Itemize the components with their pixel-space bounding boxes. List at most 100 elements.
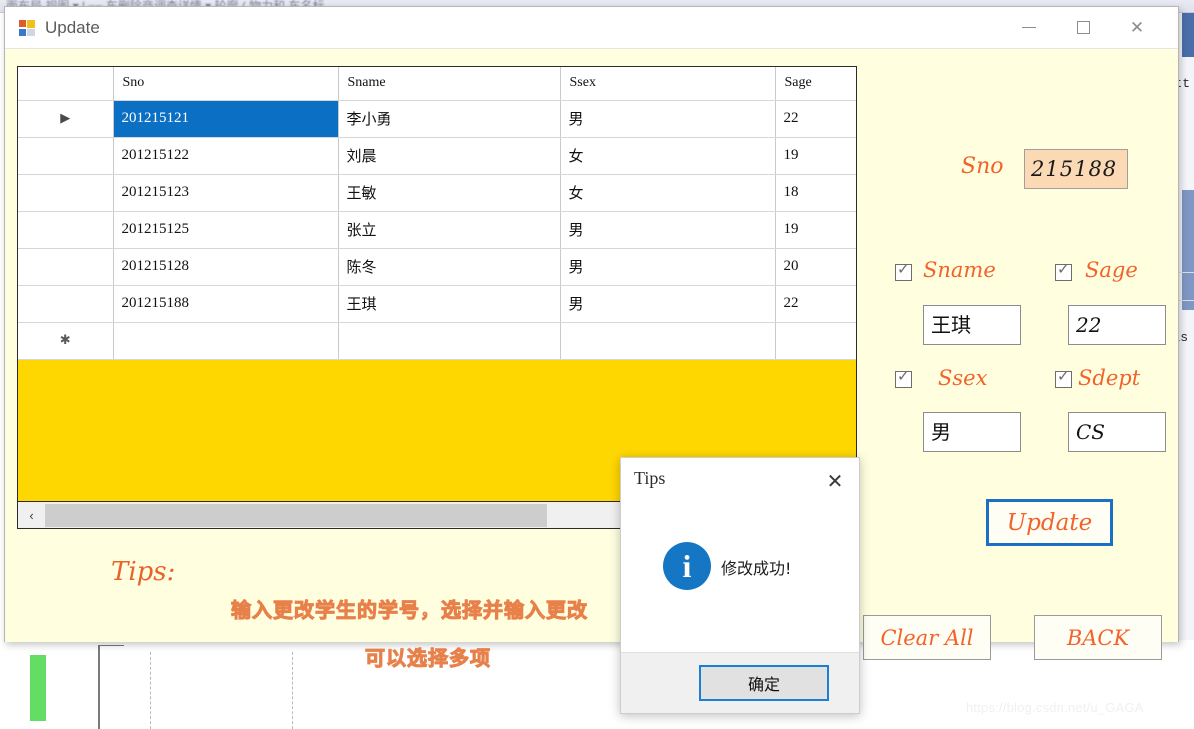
back-button[interactable]: BACK [1034, 615, 1162, 660]
table-row[interactable]: 201215125 张立 男 19 [18, 211, 856, 249]
background-guide-connector [100, 645, 124, 646]
table-row[interactable]: 201215128 陈冬 男 20 [18, 248, 856, 286]
column-header-corner[interactable] [18, 67, 114, 101]
label-ssex: Ssex [938, 366, 988, 390]
update-form-window: Update ✕ Sno Sname Ssex Sage ▶ 201215121… [4, 6, 1179, 671]
close-icon[interactable]: ✕ [1114, 7, 1160, 48]
maximize-icon[interactable] [1060, 7, 1106, 48]
input-ssex[interactable]: 男 [923, 412, 1021, 452]
label-sdept: Sdept [1078, 366, 1141, 390]
clear-all-button[interactable]: Clear All [863, 615, 991, 660]
row-header-cell[interactable]: ▶ [18, 100, 114, 138]
background-change-marker [30, 655, 46, 721]
form-body: Sno Sname Ssex Sage ▶ 201215121 李小勇 男 22 [5, 49, 1178, 671]
cell-ssex[interactable]: 男 [560, 248, 776, 286]
datagrid-table: Sno Sname Ssex Sage ▶ 201215121 李小勇 男 22 [18, 67, 856, 360]
column-header-sname[interactable]: Sname [338, 67, 561, 101]
row-header-cell[interactable] [18, 137, 114, 175]
cell-sno[interactable]: 201215128 [113, 248, 339, 286]
input-sname[interactable]: 王琪 [923, 305, 1021, 345]
background-editor-area [0, 640, 1194, 729]
table-row-new[interactable]: ✱ [18, 322, 856, 360]
close-glyph: ✕ [1129, 18, 1145, 37]
cell-sname[interactable]: 刘晨 [338, 137, 561, 175]
dialog-footer: 确定 [621, 652, 859, 713]
sno-input[interactable]: 215188 [1024, 149, 1128, 189]
cell-sname[interactable]: 张立 [338, 211, 561, 249]
cell-ssex[interactable]: 女 [560, 137, 776, 175]
cell-ssex[interactable]: 男 [560, 285, 776, 323]
current-row-arrow-icon: ▶ [60, 110, 71, 125]
checkbox-ssex[interactable] [895, 368, 912, 388]
datagrid-empty-area: Sno Sname Ssex Sage ▶ 201215121 李小勇 男 22 [18, 67, 856, 501]
tips-line-2: 可以选择多项 [365, 646, 491, 671]
row-header-cell[interactable] [18, 285, 114, 323]
cell-sno[interactable] [113, 322, 339, 360]
cell-sname[interactable]: 李小勇 [338, 100, 561, 138]
window-titlebar: Update ✕ [5, 7, 1178, 49]
dialog-title: Tips [634, 468, 666, 488]
cell-sno[interactable]: 201215125 [113, 211, 339, 249]
table-row[interactable]: 201215122 刘晨 女 19 [18, 137, 856, 175]
datagrid-header-row: Sno Sname Ssex Sage [18, 67, 856, 101]
scroll-left-arrow-icon[interactable]: ‹ [18, 502, 45, 528]
new-row-star-icon: ✱ [59, 332, 71, 347]
cell-sno[interactable]: 201215123 [113, 174, 339, 212]
background-margin-line [98, 645, 100, 729]
checkbox-sname[interactable] [895, 261, 912, 281]
column-header-sno[interactable]: Sno [113, 67, 339, 101]
tips-dialog: Tips ✕ i 修改成功! 确定 [620, 457, 860, 714]
student-datagrid[interactable]: Sno Sname Ssex Sage ▶ 201215121 李小勇 男 22 [17, 66, 857, 502]
cell-sage[interactable]: 20 [775, 248, 856, 286]
update-button[interactable]: Update [986, 499, 1113, 546]
label-sage: Sage [1085, 258, 1138, 282]
row-header-cell[interactable] [18, 174, 114, 212]
app-window-icon [19, 19, 35, 36]
table-row[interactable]: 201215123 王敏 女 18 [18, 174, 856, 212]
input-sdept[interactable]: CS [1068, 412, 1166, 452]
cell-sage[interactable]: 22 [775, 285, 856, 323]
checkbox-sage[interactable] [1055, 261, 1072, 281]
background-indent-guide-1 [150, 652, 151, 729]
label-sname: Sname [923, 258, 996, 282]
information-icon: i [663, 542, 711, 590]
column-header-sage[interactable]: Sage [775, 67, 856, 101]
minimize-icon[interactable] [1006, 7, 1052, 48]
cell-sage[interactable]: 22 [775, 100, 856, 138]
cell-sage[interactable] [775, 322, 856, 360]
cell-sage[interactable]: 18 [775, 174, 856, 212]
window-title: Update [45, 17, 100, 37]
cell-sname[interactable] [338, 322, 561, 360]
scrollbar-thumb[interactable] [45, 503, 547, 527]
cell-sname[interactable]: 王琪 [338, 285, 561, 323]
cell-ssex[interactable]: 男 [560, 211, 776, 249]
dialog-content: i 修改成功! [621, 503, 859, 653]
background-indent-guide-2 [292, 652, 293, 729]
table-row[interactable]: 201215188 王琪 男 22 [18, 285, 856, 323]
cell-ssex[interactable] [560, 322, 776, 360]
checkbox-sdept[interactable] [1055, 368, 1072, 388]
cell-sage[interactable]: 19 [775, 211, 856, 249]
row-header-cell[interactable] [18, 248, 114, 286]
tips-line-1: 输入更改学生的学号，选择并输入更改 [231, 598, 588, 623]
cell-sno[interactable]: 201215122 [113, 137, 339, 175]
column-header-ssex[interactable]: Ssex [560, 67, 776, 101]
row-header-cell-new[interactable]: ✱ [18, 322, 114, 360]
sno-label: Sno [961, 154, 1004, 179]
row-header-cell[interactable] [18, 211, 114, 249]
dialog-ok-button[interactable]: 确定 [699, 665, 829, 701]
cell-sno[interactable]: 201215121 [113, 100, 339, 138]
input-sage[interactable]: 22 [1068, 305, 1166, 345]
tips-heading: Tips: [111, 557, 176, 587]
cell-sno[interactable]: 201215188 [113, 285, 339, 323]
cell-sname[interactable]: 王敏 [338, 174, 561, 212]
dialog-close-icon[interactable]: ✕ [819, 466, 851, 496]
table-row[interactable]: ▶ 201215121 李小勇 男 22 [18, 100, 856, 138]
cell-ssex[interactable]: 女 [560, 174, 776, 212]
background-right-accent-top [1182, 13, 1194, 57]
cell-sname[interactable]: 陈冬 [338, 248, 561, 286]
cell-ssex[interactable]: 男 [560, 100, 776, 138]
dialog-message: 修改成功! [721, 559, 792, 578]
watermark-text: https://blog.csdn.net/u_GAGA [966, 700, 1144, 715]
cell-sage[interactable]: 19 [775, 137, 856, 175]
